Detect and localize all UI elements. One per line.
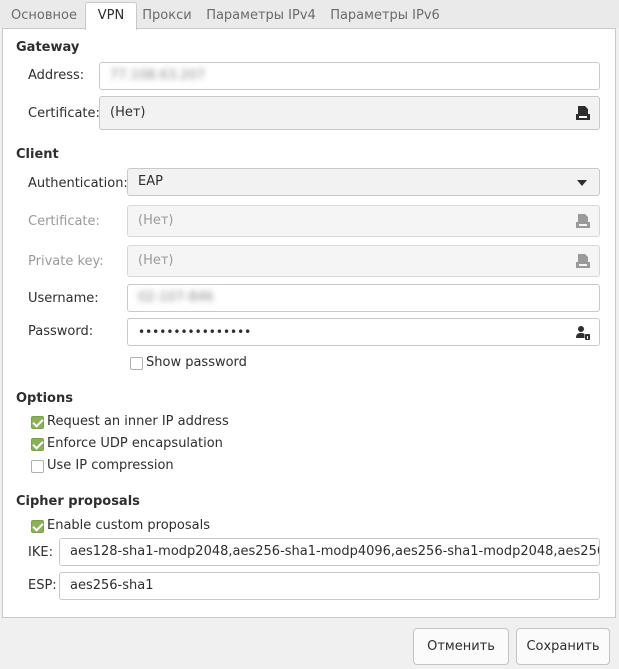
cipher-section-title: Cipher proposals (16, 494, 140, 509)
gateway-section-title: Gateway (16, 40, 80, 55)
authentication-dropdown[interactable]: EAP (127, 168, 600, 196)
username-value: 02-107-846 (138, 290, 214, 305)
gateway-address-label: Address: (28, 68, 85, 83)
udp-encapsulation-label[interactable]: Enforce UDP encapsulation (47, 436, 223, 451)
ike-label: IKE: (28, 545, 53, 560)
private-key-label: Private key: (28, 254, 104, 269)
udp-encapsulation-checkbox[interactable] (31, 438, 44, 451)
ike-value: aes128-sha1-modp2048,aes256-sha1-modp409… (70, 544, 599, 559)
gateway-certificate-value: (Нет) (110, 105, 146, 120)
tab-ipv4[interactable]: Параметры IPv4 (200, 4, 322, 28)
password-value: •••••••••••••••• (138, 325, 252, 339)
client-certificate-chooser[interactable]: (Нет) (127, 205, 600, 237)
password-label: Password: (28, 324, 94, 339)
authentication-value: EAP (138, 174, 163, 189)
document-open-icon (576, 254, 590, 268)
username-label: Username: (28, 291, 99, 306)
authentication-label: Authentication: (28, 176, 128, 191)
private-key-value: (Нет) (138, 253, 174, 268)
client-section-title: Client (16, 147, 59, 162)
ip-compression-checkbox[interactable] (31, 460, 44, 473)
private-key-chooser[interactable]: (Нет) (127, 245, 600, 277)
custom-proposals-checkbox[interactable] (31, 520, 44, 533)
vpn-settings-panel: Gateway Address: 77.108.63.207 Certifica… (2, 28, 616, 618)
ip-compression-label[interactable]: Use IP compression (47, 458, 174, 473)
gateway-certificate-chooser[interactable]: (Нет) (99, 96, 600, 130)
username-input[interactable]: 02-107-846 (127, 284, 600, 312)
esp-value: aes256-sha1 (70, 578, 154, 593)
tab-bar: Основное VPN Прокси Параметры IPv4 Парам… (0, 0, 619, 30)
tab-vpn[interactable]: VPN (85, 2, 137, 30)
cancel-button[interactable]: Отменить (413, 628, 509, 665)
document-open-icon (576, 106, 590, 120)
inner-ip-label[interactable]: Request an inner IP address (47, 414, 229, 429)
options-section-title: Options (16, 391, 73, 406)
tab-general[interactable]: Основное (4, 4, 84, 28)
show-password-label[interactable]: Show password (146, 355, 247, 370)
document-open-icon (576, 214, 590, 228)
esp-label: ESP: (28, 578, 57, 593)
tab-proxy[interactable]: Прокси (136, 4, 198, 28)
show-password-checkbox[interactable] (130, 357, 143, 370)
save-button[interactable]: Сохранить (516, 628, 610, 665)
client-certificate-label: Certificate: (28, 214, 100, 229)
gateway-certificate-label: Certificate: (28, 106, 100, 121)
tab-ipv6[interactable]: Параметры IPv6 (324, 4, 446, 28)
gateway-address-input[interactable]: 77.108.63.207 (99, 62, 600, 90)
gateway-address-value: 77.108.63.207 (110, 68, 206, 83)
esp-input[interactable]: aes256-sha1 (59, 572, 600, 600)
inner-ip-checkbox[interactable] (31, 416, 44, 429)
client-certificate-value: (Нет) (138, 213, 174, 228)
ike-input[interactable]: aes128-sha1-modp2048,aes256-sha1-modp409… (59, 538, 600, 566)
password-input[interactable]: •••••••••••••••• (127, 318, 600, 346)
chevron-down-icon (577, 180, 587, 186)
user-password-icon[interactable] (575, 325, 591, 341)
custom-proposals-label[interactable]: Enable custom proposals (47, 518, 210, 533)
